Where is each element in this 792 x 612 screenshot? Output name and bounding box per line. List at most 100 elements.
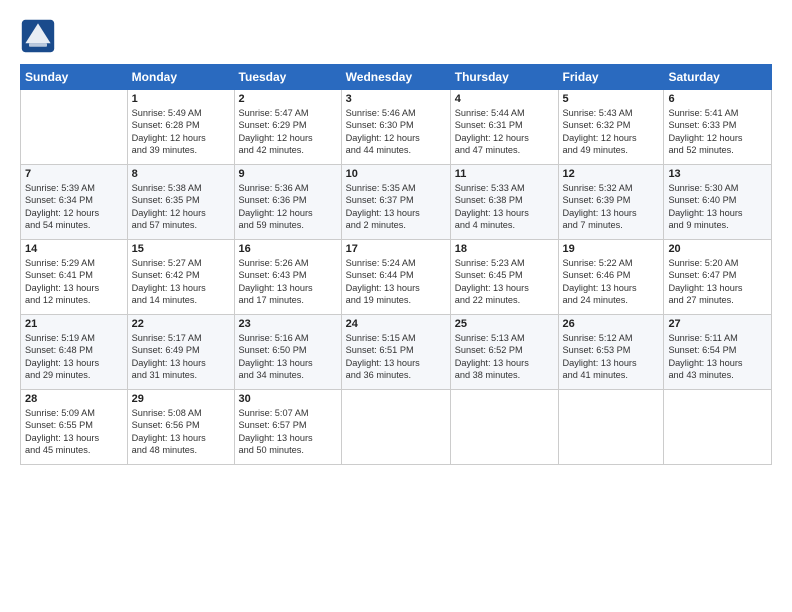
day-info: Sunrise: 5:35 AM Sunset: 6:37 PM Dayligh… bbox=[346, 182, 446, 232]
day-info: Sunrise: 5:46 AM Sunset: 6:30 PM Dayligh… bbox=[346, 107, 446, 157]
calendar-cell: 4Sunrise: 5:44 AM Sunset: 6:31 PM Daylig… bbox=[450, 90, 558, 165]
week-row-3: 14 Sunrise: 5:29 AM Sunset: 6:41 PM Dayli… bbox=[21, 240, 772, 315]
calendar-cell bbox=[664, 390, 772, 465]
col-saturday: Saturday bbox=[664, 65, 772, 90]
calendar-cell: 12 Sunrise: 5:32 AM Sunset: 6:39 PM Dayli… bbox=[558, 165, 664, 240]
page: Sunday Monday Tuesday Wednesday Thursday… bbox=[0, 0, 792, 612]
day-info: Sunrise: 5:32 AM Sunset: 6:39 PM Dayligh… bbox=[563, 182, 660, 232]
week-row-2: 7 Sunrise: 5:39 AM Sunset: 6:34 PM Daylig… bbox=[21, 165, 772, 240]
week-row-4: 21 Sunrise: 5:19 AM Sunset: 6:48 PM Dayli… bbox=[21, 315, 772, 390]
calendar-cell: 8 Sunrise: 5:38 AM Sunset: 6:35 PM Daylig… bbox=[127, 165, 234, 240]
day-info: Sunrise: 5:19 AM Sunset: 6:48 PM Dayligh… bbox=[25, 332, 123, 382]
day-number: 21 bbox=[25, 318, 123, 330]
col-wednesday: Wednesday bbox=[341, 65, 450, 90]
day-info: Sunrise: 5:44 AM Sunset: 6:31 PM Dayligh… bbox=[455, 107, 554, 157]
day-number: 9 bbox=[239, 168, 337, 180]
header-row: Sunday Monday Tuesday Wednesday Thursday… bbox=[21, 65, 772, 90]
day-number: 10 bbox=[346, 168, 446, 180]
day-info: Sunrise: 5:49 AM Sunset: 6:28 PM Dayligh… bbox=[132, 107, 230, 157]
logo bbox=[20, 18, 60, 54]
calendar-cell: 11 Sunrise: 5:33 AM Sunset: 6:38 PM Dayli… bbox=[450, 165, 558, 240]
calendar-cell: 21 Sunrise: 5:19 AM Sunset: 6:48 PM Dayli… bbox=[21, 315, 128, 390]
calendar-cell: 29 Sunrise: 5:08 AM Sunset: 6:56 PM Dayli… bbox=[127, 390, 234, 465]
day-info: Sunrise: 5:08 AM Sunset: 6:56 PM Dayligh… bbox=[132, 407, 230, 457]
day-info: Sunrise: 5:41 AM Sunset: 6:33 PM Dayligh… bbox=[668, 107, 767, 157]
calendar-cell: 2Sunrise: 5:47 AM Sunset: 6:29 PM Daylig… bbox=[234, 90, 341, 165]
col-monday: Monday bbox=[127, 65, 234, 90]
day-number: 23 bbox=[239, 318, 337, 330]
day-number: 8 bbox=[132, 168, 230, 180]
day-info: Sunrise: 5:33 AM Sunset: 6:38 PM Dayligh… bbox=[455, 182, 554, 232]
calendar-cell: 30 Sunrise: 5:07 AM Sunset: 6:57 PM Dayli… bbox=[234, 390, 341, 465]
col-sunday: Sunday bbox=[21, 65, 128, 90]
day-info: Sunrise: 5:24 AM Sunset: 6:44 PM Dayligh… bbox=[346, 257, 446, 307]
day-number: 17 bbox=[346, 243, 446, 255]
calendar-cell: 13 Sunrise: 5:30 AM Sunset: 6:40 PM Dayli… bbox=[664, 165, 772, 240]
day-info: Sunrise: 5:29 AM Sunset: 6:41 PM Dayligh… bbox=[25, 257, 123, 307]
day-number: 5 bbox=[563, 93, 660, 105]
day-info: Sunrise: 5:15 AM Sunset: 6:51 PM Dayligh… bbox=[346, 332, 446, 382]
day-number: 14 bbox=[25, 243, 123, 255]
calendar-cell: 15Sunrise: 5:27 AM Sunset: 6:42 PM Dayli… bbox=[127, 240, 234, 315]
calendar-cell: 17 Sunrise: 5:24 AM Sunset: 6:44 PM Dayli… bbox=[341, 240, 450, 315]
calendar-cell bbox=[558, 390, 664, 465]
calendar-cell: 22 Sunrise: 5:17 AM Sunset: 6:49 PM Dayli… bbox=[127, 315, 234, 390]
calendar-cell: 19 Sunrise: 5:22 AM Sunset: 6:46 PM Dayli… bbox=[558, 240, 664, 315]
day-number: 16 bbox=[239, 243, 337, 255]
day-info: Sunrise: 5:30 AM Sunset: 6:40 PM Dayligh… bbox=[668, 182, 767, 232]
calendar-cell: 20 Sunrise: 5:20 AM Sunset: 6:47 PM Dayli… bbox=[664, 240, 772, 315]
header bbox=[20, 18, 772, 54]
day-info: Sunrise: 5:38 AM Sunset: 6:35 PM Dayligh… bbox=[132, 182, 230, 232]
day-info: Sunrise: 5:47 AM Sunset: 6:29 PM Dayligh… bbox=[239, 107, 337, 157]
day-info: Sunrise: 5:39 AM Sunset: 6:34 PM Dayligh… bbox=[25, 182, 123, 232]
day-number: 6 bbox=[668, 93, 767, 105]
calendar-cell: 7 Sunrise: 5:39 AM Sunset: 6:34 PM Daylig… bbox=[21, 165, 128, 240]
calendar-cell: 16 Sunrise: 5:26 AM Sunset: 6:43 PM Dayli… bbox=[234, 240, 341, 315]
day-number: 19 bbox=[563, 243, 660, 255]
day-number: 11 bbox=[455, 168, 554, 180]
day-info: Sunrise: 5:11 AM Sunset: 6:54 PM Dayligh… bbox=[668, 332, 767, 382]
day-number: 28 bbox=[25, 393, 123, 405]
calendar-cell bbox=[450, 390, 558, 465]
col-tuesday: Tuesday bbox=[234, 65, 341, 90]
day-info: Sunrise: 5:13 AM Sunset: 6:52 PM Dayligh… bbox=[455, 332, 554, 382]
calendar-table: Sunday Monday Tuesday Wednesday Thursday… bbox=[20, 64, 772, 465]
day-info: Sunrise: 5:20 AM Sunset: 6:47 PM Dayligh… bbox=[668, 257, 767, 307]
day-number: 27 bbox=[668, 318, 767, 330]
day-number: 7 bbox=[25, 168, 123, 180]
calendar-cell: 25 Sunrise: 5:13 AM Sunset: 6:52 PM Dayli… bbox=[450, 315, 558, 390]
calendar-cell: 14 Sunrise: 5:29 AM Sunset: 6:41 PM Dayli… bbox=[21, 240, 128, 315]
calendar-cell: 27 Sunrise: 5:11 AM Sunset: 6:54 PM Dayli… bbox=[664, 315, 772, 390]
calendar-cell: 9 Sunrise: 5:36 AM Sunset: 6:36 PM Daylig… bbox=[234, 165, 341, 240]
day-number: 18 bbox=[455, 243, 554, 255]
day-number: 29 bbox=[132, 393, 230, 405]
calendar-cell: 26 Sunrise: 5:12 AM Sunset: 6:53 PM Dayli… bbox=[558, 315, 664, 390]
calendar-cell: 6 Sunrise: 5:41 AM Sunset: 6:33 PM Daylig… bbox=[664, 90, 772, 165]
day-number: 1 bbox=[132, 93, 230, 105]
calendar-cell bbox=[21, 90, 128, 165]
day-number: 26 bbox=[563, 318, 660, 330]
week-row-5: 28Sunrise: 5:09 AM Sunset: 6:55 PM Dayli… bbox=[21, 390, 772, 465]
week-row-1: 1 Sunrise: 5:49 AM Sunset: 6:28 PM Daylig… bbox=[21, 90, 772, 165]
calendar-cell: 3 Sunrise: 5:46 AM Sunset: 6:30 PM Daylig… bbox=[341, 90, 450, 165]
day-info: Sunrise: 5:36 AM Sunset: 6:36 PM Dayligh… bbox=[239, 182, 337, 232]
day-info: Sunrise: 5:43 AM Sunset: 6:32 PM Dayligh… bbox=[563, 107, 660, 157]
day-number: 30 bbox=[239, 393, 337, 405]
day-number: 25 bbox=[455, 318, 554, 330]
day-number: 22 bbox=[132, 318, 230, 330]
day-number: 13 bbox=[668, 168, 767, 180]
calendar-cell: 23Sunrise: 5:16 AM Sunset: 6:50 PM Dayli… bbox=[234, 315, 341, 390]
day-number: 12 bbox=[563, 168, 660, 180]
day-number: 20 bbox=[668, 243, 767, 255]
calendar-cell: 10 Sunrise: 5:35 AM Sunset: 6:37 PM Dayli… bbox=[341, 165, 450, 240]
day-number: 3 bbox=[346, 93, 446, 105]
day-info: Sunrise: 5:26 AM Sunset: 6:43 PM Dayligh… bbox=[239, 257, 337, 307]
col-thursday: Thursday bbox=[450, 65, 558, 90]
calendar-cell: 24 Sunrise: 5:15 AM Sunset: 6:51 PM Dayli… bbox=[341, 315, 450, 390]
day-info: Sunrise: 5:07 AM Sunset: 6:57 PM Dayligh… bbox=[239, 407, 337, 457]
day-number: 24 bbox=[346, 318, 446, 330]
day-info: Sunrise: 5:12 AM Sunset: 6:53 PM Dayligh… bbox=[563, 332, 660, 382]
day-info: Sunrise: 5:27 AM Sunset: 6:42 PM Dayligh… bbox=[132, 257, 230, 307]
day-info: Sunrise: 5:17 AM Sunset: 6:49 PM Dayligh… bbox=[132, 332, 230, 382]
day-info: Sunrise: 5:22 AM Sunset: 6:46 PM Dayligh… bbox=[563, 257, 660, 307]
